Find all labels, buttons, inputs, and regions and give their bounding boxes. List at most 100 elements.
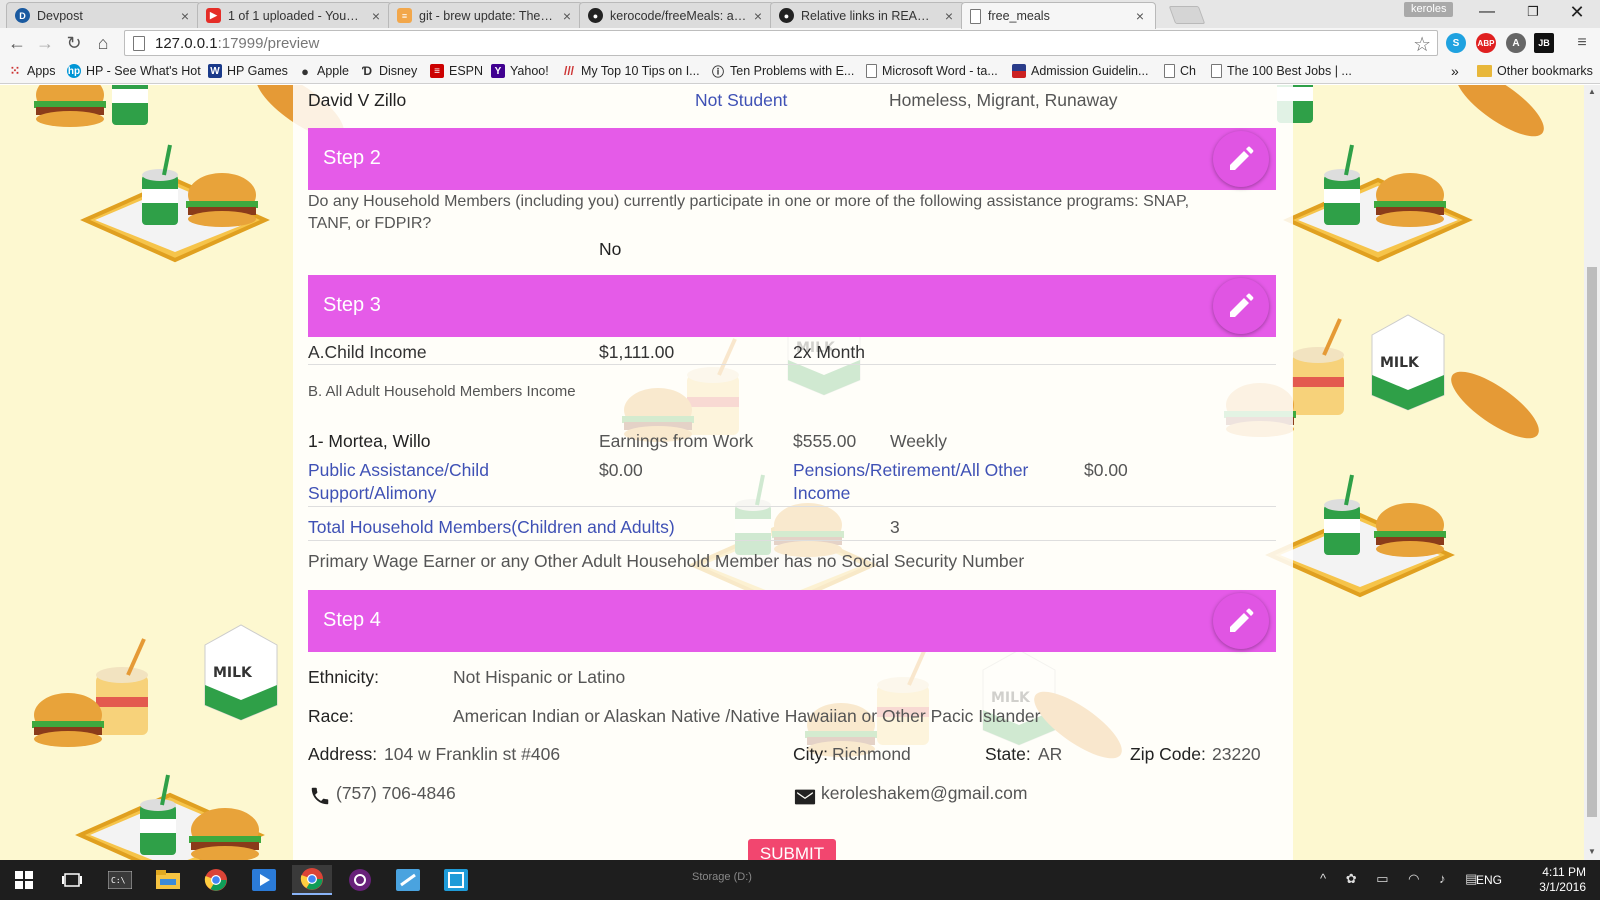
bookmarks-overflow-button[interactable]: »: [1451, 62, 1459, 80]
document-icon: [866, 64, 877, 78]
bookmark-hp-hot[interactable]: hp HP - See What's Hot: [67, 62, 201, 80]
earnings-label: Earnings from Work: [599, 431, 754, 451]
page-icon: [133, 35, 145, 51]
clock-time: 4:11 PM: [1542, 865, 1586, 879]
language-indicator[interactable]: ENG: [1476, 873, 1502, 887]
back-arrow-icon[interactable]: ←: [5, 32, 29, 54]
step-3-edit-button[interactable]: [1213, 278, 1269, 334]
tab-strip: D Devpost × ▶ 1 of 1 uploaded - YouTube …: [0, 0, 1600, 29]
bookmark-top-10-tips[interactable]: /// My Top 10 Tips on I...: [562, 62, 700, 80]
scroll-down-arrow-icon[interactable]: ▼: [1588, 847, 1596, 856]
tab-free-meals[interactable]: free_meals ×: [961, 2, 1156, 29]
bookmark-label: Apps: [27, 64, 56, 78]
minimize-icon[interactable]: —: [1464, 0, 1510, 24]
file-explorer-icon[interactable]: [148, 865, 188, 895]
restore-icon[interactable]: ❐: [1510, 0, 1556, 24]
step-4-edit-button[interactable]: [1213, 593, 1269, 649]
other-bookmarks-folder[interactable]: Other bookmarks: [1477, 62, 1593, 80]
close-icon[interactable]: ×: [560, 8, 574, 24]
new-tab-button[interactable]: [1168, 6, 1206, 24]
youtube-icon: ▶: [206, 8, 221, 23]
bookmark-admission[interactable]: Admission Guidelin...: [1012, 62, 1148, 80]
step-2-question-line-1: Do any Household Members (including you)…: [308, 193, 1190, 210]
apple-icon: ●: [301, 63, 309, 79]
bookmark-star-icon[interactable]: ☆: [1413, 32, 1431, 57]
bookmark-apps[interactable]: ⁙ Apps: [8, 62, 56, 80]
address-label: Address:: [308, 744, 378, 764]
terminal-app-icon[interactable]: [436, 865, 476, 895]
state-value: AR: [1038, 744, 1063, 764]
earnings-amount: $555.00: [793, 431, 857, 451]
reload-icon[interactable]: ↻: [62, 32, 86, 54]
pensions-label-line-1: Pensions/Retirement/All Other: [793, 460, 1029, 480]
system-tray-icons[interactable]: ^ ✿ ▭ ◠ ♪ ▤: [1320, 871, 1485, 887]
address-bar[interactable]: 127.0.0.1:17999/preview ☆: [124, 30, 1438, 56]
close-window-icon[interactable]: ✕: [1554, 0, 1600, 24]
menu-icon[interactable]: ≡: [1570, 32, 1594, 54]
bookmark-disney[interactable]: Ɗ Disney: [360, 62, 417, 80]
close-icon[interactable]: ×: [369, 8, 383, 24]
yahoo-icon: Y: [491, 64, 505, 78]
close-icon[interactable]: ×: [178, 8, 192, 24]
adult-member-name: 1- Mortea, Willo: [308, 431, 431, 451]
bookmark-hp-games[interactable]: W HP Games: [208, 62, 288, 80]
storage-drive-label: Storage (D:): [692, 871, 752, 883]
chrome-active-icon[interactable]: [292, 865, 332, 895]
visual-studio-icon[interactable]: [340, 865, 380, 895]
bookmark-espn[interactable]: ≡ ESPN: [430, 62, 483, 80]
submit-button[interactable]: SUBMIT: [748, 839, 836, 860]
step-4-title: Step 4: [323, 609, 381, 631]
tab-title: git - brew update: The follo: [419, 8, 556, 23]
bookmark-label: Admission Guidelin...: [1031, 64, 1149, 78]
student-status: Not Student: [695, 90, 788, 110]
tab-stackoverflow[interactable]: ≡ git - brew update: The follo ×: [388, 2, 583, 28]
pensions-amount: $0.00: [1084, 460, 1128, 480]
media-player-icon[interactable]: [244, 865, 284, 895]
tab-title: Relative links in READMEs: [801, 8, 938, 23]
step-2-edit-button[interactable]: [1213, 131, 1269, 187]
bookmark-ten-problems[interactable]: ⓘ Ten Problems with E...: [711, 62, 854, 80]
adblock-plus-icon[interactable]: ABP: [1476, 33, 1496, 53]
scroll-up-arrow-icon[interactable]: ▲: [1588, 87, 1596, 96]
public-assistance-label-line-2: Support/Alimony: [308, 483, 437, 503]
bookmark-ch[interactable]: Ch: [1164, 62, 1196, 80]
extension-a-icon[interactable]: A: [1506, 33, 1526, 53]
pencil-icon: [1230, 146, 1254, 170]
tab-youtube[interactable]: ▶ 1 of 1 uploaded - YouTube ×: [197, 2, 392, 28]
home-icon[interactable]: ⌂: [91, 32, 115, 54]
tab-title: 1 of 1 uploaded - YouTube: [228, 8, 365, 23]
step-2-answer: No: [599, 239, 622, 259]
total-household-label: Total Household Members(Children and Adu…: [308, 517, 675, 537]
task-view-icon[interactable]: [52, 865, 92, 895]
bookmark-100-best-jobs[interactable]: The 100 Best Jobs | ...: [1211, 62, 1352, 80]
tab-github-freemeals[interactable]: ● kerocode/freeMeals: a mo ×: [579, 2, 774, 28]
disney-icon: Ɗ: [361, 64, 373, 78]
terminal-icon[interactable]: C:\: [100, 865, 140, 895]
close-icon[interactable]: ×: [1133, 8, 1147, 24]
devpost-icon: D: [15, 8, 30, 23]
bookmark-label: Yahoo!: [510, 64, 549, 78]
github-icon: ●: [779, 8, 794, 23]
forward-arrow-icon[interactable]: →: [33, 32, 57, 54]
bookmark-apple[interactable]: ● Apple: [298, 62, 349, 80]
tab-devpost[interactable]: D Devpost ×: [6, 2, 201, 28]
close-icon[interactable]: ×: [751, 8, 765, 24]
profile-badge[interactable]: keroles: [1404, 2, 1454, 17]
tab-github-relative-links[interactable]: ● Relative links in READMEs ×: [770, 2, 965, 28]
page-scrollbar[interactable]: ▲ ▼: [1584, 85, 1600, 860]
close-icon[interactable]: ×: [942, 8, 956, 24]
tab-title: free_meals: [988, 9, 1050, 23]
pensions-label-line-2: Income: [793, 483, 851, 503]
taskbar-clock[interactable]: 4:11 PM 3/1/2016: [1539, 865, 1586, 895]
public-assistance-label-line-1: Public Assistance/Child: [308, 460, 489, 480]
skype-icon[interactable]: S: [1446, 33, 1466, 53]
jetbrains-icon[interactable]: JB: [1534, 33, 1554, 53]
windows-start-icon[interactable]: [4, 865, 44, 895]
bookmark-microsoft-word[interactable]: Microsoft Word - ta...: [866, 62, 998, 80]
bookmark-yahoo[interactable]: Y Yahoo!: [491, 62, 549, 80]
chrome-icon[interactable]: [196, 865, 236, 895]
app-icon[interactable]: [388, 865, 428, 895]
ethnicity-value: Not Hispanic or Latino: [453, 667, 626, 687]
scroll-thumb[interactable]: [1587, 267, 1597, 817]
race-label: Race:: [308, 706, 354, 726]
